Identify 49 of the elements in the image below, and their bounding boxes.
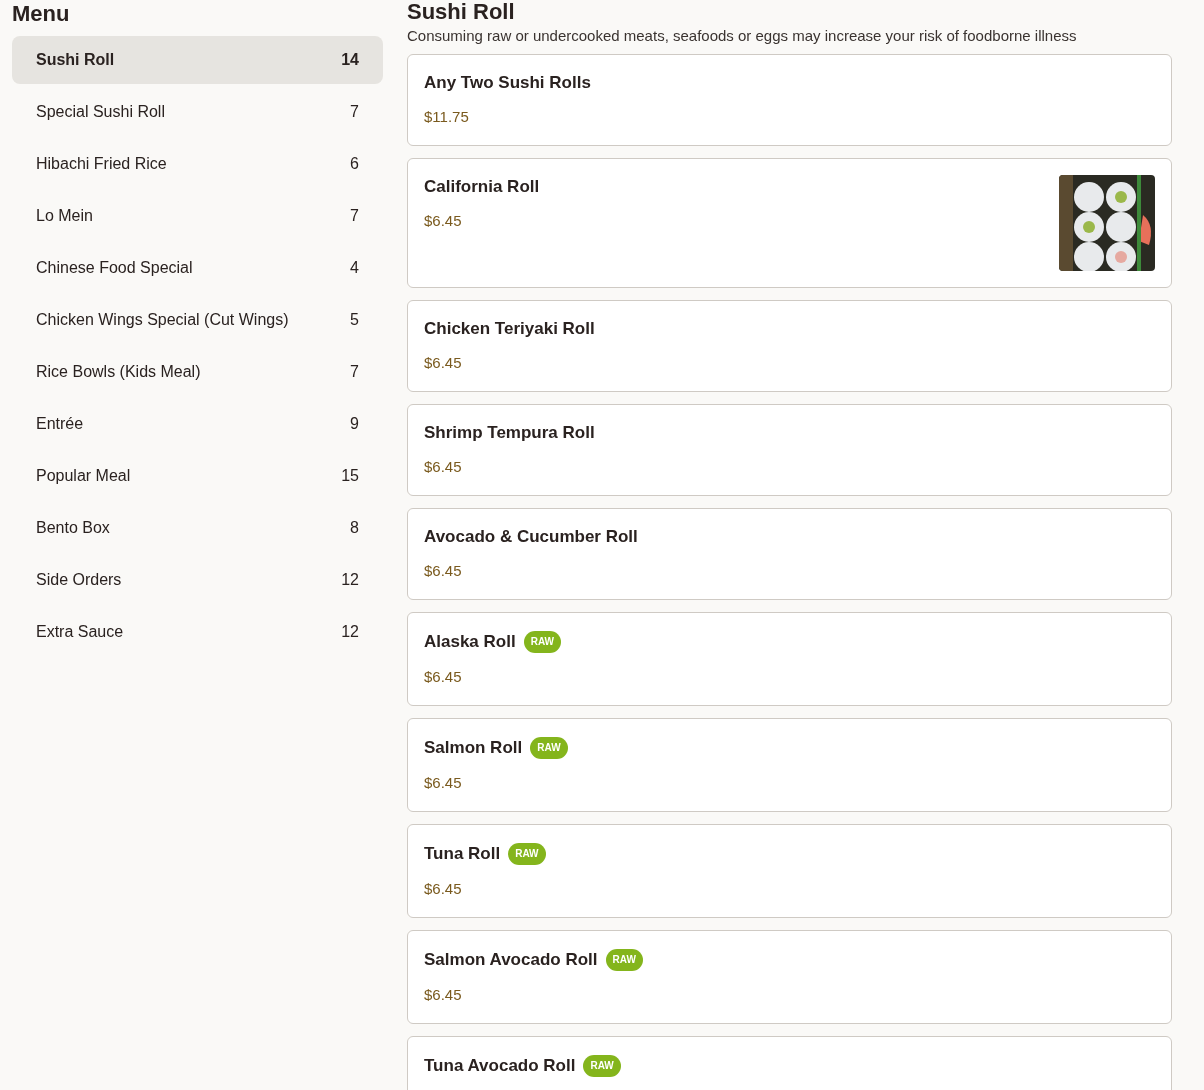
item-name: Chicken Teriyaki Roll — [424, 318, 595, 340]
category-item[interactable]: Lo Mein 7 — [12, 192, 383, 240]
category-item[interactable]: Sushi Roll 14 — [12, 36, 383, 84]
item-name: Salmon Avocado Roll — [424, 949, 598, 971]
item-price: $6.45 — [424, 457, 463, 477]
menu-item-card[interactable]: Chicken Teriyaki Roll $6.45 — [407, 300, 1172, 392]
item-price: $6.45 — [424, 879, 463, 899]
menu-item-card[interactable]: Tuna Roll RAW $6.45 — [407, 824, 1172, 918]
item-price: $11.75 — [424, 107, 470, 127]
item-name: Avocado & Cucumber Roll — [424, 526, 638, 548]
item-price: $6.45 — [424, 985, 463, 1005]
category-item[interactable]: Chinese Food Special 4 — [12, 244, 383, 292]
item-name: Tuna Avocado Roll — [424, 1055, 576, 1077]
menu-item-card[interactable]: Any Two Sushi Rolls $11.75 — [407, 54, 1172, 146]
category-item[interactable]: Bento Box 8 — [12, 504, 383, 552]
category-item[interactable]: Chicken Wings Special (Cut Wings) 5 — [12, 296, 383, 344]
category-item[interactable]: Hibachi Fried Rice 6 — [12, 140, 383, 188]
menu-heading: Menu — [12, 0, 71, 28]
item-name: Any Two Sushi Rolls — [424, 72, 591, 94]
item-price: $6.45 — [424, 667, 463, 687]
raw-badge: RAW — [530, 737, 568, 759]
raw-badge: RAW — [583, 1055, 621, 1077]
category-item[interactable]: Extra Sauce 12 — [12, 608, 383, 656]
item-name: Tuna Roll — [424, 843, 501, 865]
category-item[interactable]: Popular Meal 15 — [12, 452, 383, 500]
item-name: Salmon Roll — [424, 737, 523, 759]
menu-item-card[interactable]: Tuna Avocado Roll RAW — [407, 1036, 1172, 1090]
menu-item-card[interactable]: California Roll $6.45 — [407, 158, 1172, 288]
item-name: California Roll — [424, 176, 540, 198]
item-name: Alaska Roll — [424, 631, 516, 653]
item-price: $6.45 — [424, 353, 463, 373]
menu-item-card[interactable]: Shrimp Tempura Roll $6.45 — [407, 404, 1172, 496]
item-price: $6.45 — [424, 211, 463, 231]
raw-badge: RAW — [605, 949, 643, 971]
menu-item-card[interactable]: Alaska Roll RAW $6.45 — [407, 612, 1172, 706]
category-item[interactable]: Side Orders 12 — [12, 556, 383, 604]
menu-item-card[interactable]: Avocado & Cucumber Roll $6.45 — [407, 508, 1172, 600]
section-heading: Sushi Roll — [407, 0, 516, 24]
raw-badge: RAW — [508, 843, 546, 865]
category-item[interactable]: Special Sushi Roll 7 — [12, 88, 383, 136]
category-item[interactable]: Entrée 9 — [12, 400, 383, 448]
item-price: $6.45 — [424, 773, 463, 793]
item-name: Shrimp Tempura Roll — [424, 422, 595, 444]
raw-badge: RAW — [523, 631, 561, 653]
menu-item-card[interactable]: Salmon Avocado Roll RAW $6.45 — [407, 930, 1172, 1024]
category-item[interactable]: Rice Bowls (Kids Meal) 7 — [12, 348, 383, 396]
raw-food-warning: Consuming raw or undercooked meats, seafoods or eggs may increase your risk of foodborne illness — [407, 26, 1078, 46]
item-price: $6.45 — [424, 561, 463, 581]
menu-item-card[interactable]: Salmon Roll RAW $6.45 — [407, 718, 1172, 812]
